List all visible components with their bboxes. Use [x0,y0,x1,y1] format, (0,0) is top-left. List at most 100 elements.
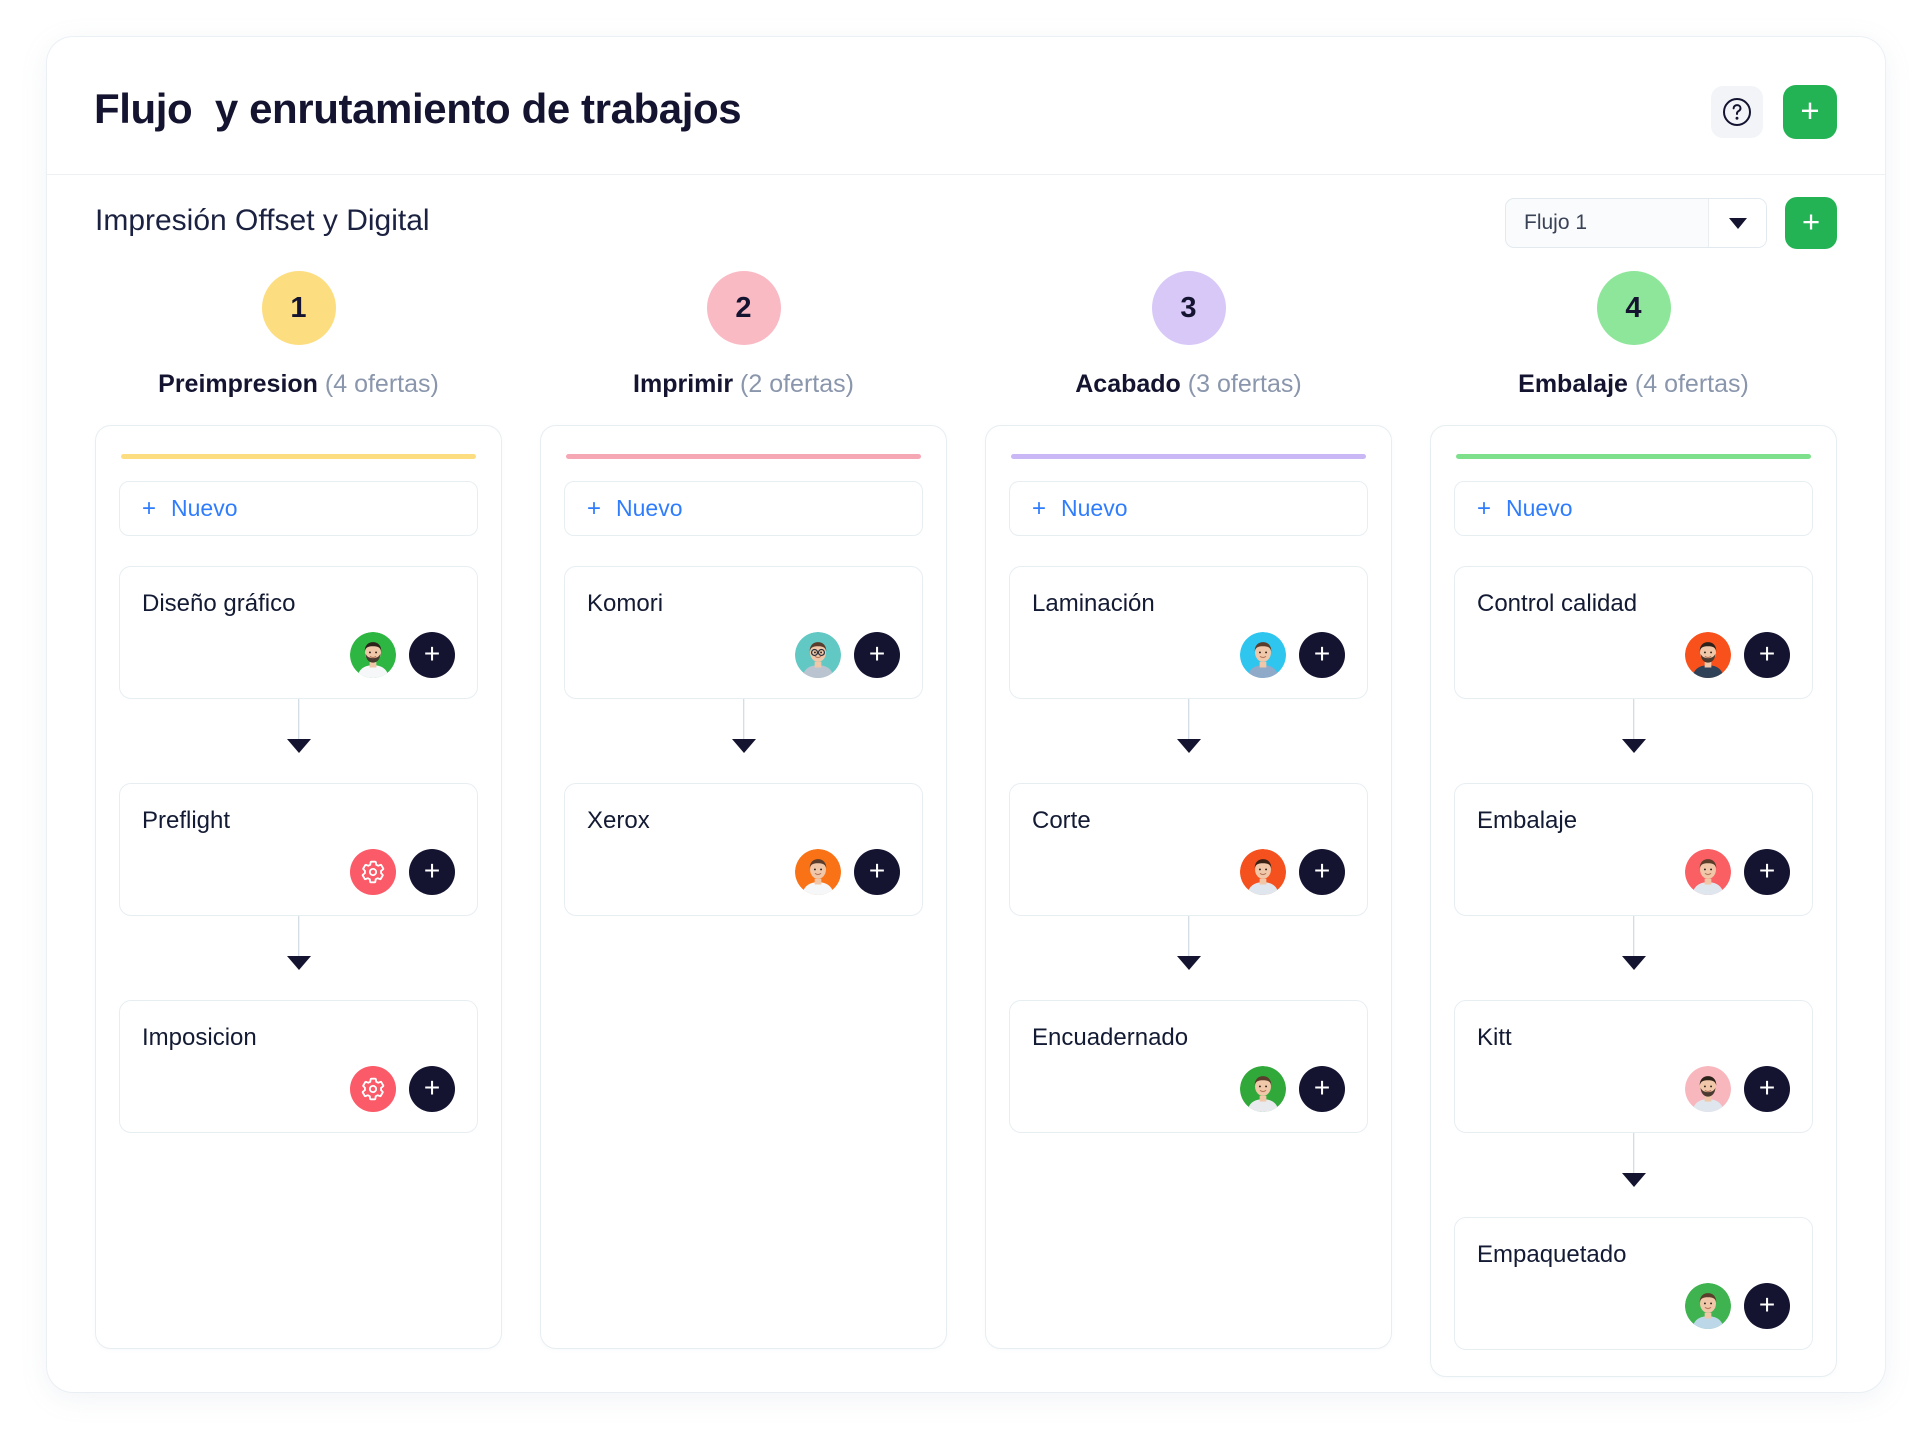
workflow-node-card[interactable]: Imposicion + [119,1000,478,1133]
flow-select-caret[interactable] [1708,199,1766,247]
node-name: Control calidad [1477,590,1638,617]
arrow-down-icon [1621,739,1646,753]
add-flow-button[interactable]: + [1785,197,1837,249]
node-tools: + [587,835,900,895]
column-offer-count: (4 ofertas) [324,370,439,398]
header-add-button[interactable]: + [1783,85,1837,139]
column-panel: + Nuevo Control calidad + Embalaje + Kitt + Empa… [1430,425,1837,1377]
add-node-button[interactable]: + [1299,1066,1345,1112]
node-connector [1009,916,1368,972]
workflow-node-card[interactable]: Komori + [564,566,923,699]
header-actions: + [1711,85,1837,139]
avatar[interactable] [795,849,841,895]
add-node-button[interactable]: + [409,849,455,895]
node-connector [1454,699,1813,755]
workflow-column: 3 Acabado (3 ofertas) + Nuevo Laminación + Cor… [985,271,1392,1349]
arrow-down-icon [1176,956,1201,970]
connector-line [1632,699,1635,743]
add-node-button[interactable]: + [1299,849,1345,895]
plus-icon: + [142,494,157,522]
avatar[interactable] [1685,849,1731,895]
add-node-button[interactable]: + [1744,849,1790,895]
connector-line [297,916,300,960]
new-node-label: Nuevo [1506,495,1573,521]
column-title: Preimpresion (4 ofertas) [158,370,439,399]
workflow-node-card[interactable]: Preflight + [119,783,478,916]
node-name: Komori [587,590,664,617]
add-node-button[interactable]: + [1744,1066,1790,1112]
chevron-down-icon [1728,217,1747,229]
node-connector [1454,916,1813,972]
workflow-node-card[interactable]: Empaquetado + [1454,1217,1813,1350]
gear-icon[interactable] [350,1066,396,1112]
connector-line [1632,916,1635,960]
workflow-node-card[interactable]: Control calidad + [1454,566,1813,699]
column-accent-bar [1011,454,1366,459]
node-tools: + [142,618,455,678]
avatar[interactable] [1240,849,1286,895]
node-connector [1454,1133,1813,1189]
node-name: Laminación [1032,590,1155,617]
avatar[interactable] [350,632,396,678]
add-node-button[interactable]: + [1299,632,1345,678]
step-number-badge: 3 [1151,271,1226,345]
add-node-button[interactable]: + [1744,632,1790,678]
avatar[interactable] [1685,1283,1731,1329]
connector-line [1187,916,1190,960]
connector-line [742,699,745,743]
question-circle-icon [1721,96,1753,128]
add-node-button[interactable]: + [1744,1283,1790,1329]
gear-icon[interactable] [350,849,396,895]
workflow-node-card[interactable]: Encuadernado + [1009,1000,1368,1133]
column-title-label: Embalaje [1518,370,1628,398]
workflow-node-card[interactable]: Kitt + [1454,1000,1813,1133]
arrow-down-icon [1176,739,1201,753]
column-title: Acabado (3 ofertas) [1075,370,1301,399]
workflow-column: 1 Preimpresion (4 ofertas) + Nuevo Diseño gr… [95,271,502,1349]
workflow-node-card[interactable]: Laminación + [1009,566,1368,699]
new-node-button[interactable]: + Nuevo [564,481,923,536]
connector-line [1632,1133,1635,1177]
column-accent-bar [121,454,476,459]
node-name: Kitt [1477,1024,1512,1051]
add-node-button[interactable]: + [854,632,900,678]
node-name: Corte [1032,807,1091,834]
plus-icon: + [587,494,602,522]
workflow-node-card[interactable]: Corte + [1009,783,1368,916]
workflow-board: 1 Preimpresion (4 ofertas) + Nuevo Diseño gr… [47,271,1885,1377]
node-name: Empaquetado [1477,1241,1627,1268]
node-tools: + [142,1052,455,1112]
workflow-node-card[interactable]: Xerox + [564,783,923,916]
avatar[interactable] [1685,1066,1731,1112]
connector-line [297,699,300,743]
avatar[interactable] [1685,632,1731,678]
new-node-button[interactable]: + Nuevo [1454,481,1813,536]
add-node-button[interactable]: + [854,849,900,895]
node-name: Preflight [142,807,231,834]
workflow-page: Flujo y enrutamiento de trabajos + Impre… [47,37,1885,1392]
arrow-down-icon [1621,1173,1646,1187]
column-title: Embalaje (4 ofertas) [1518,370,1749,399]
new-node-button[interactable]: + Nuevo [1009,481,1368,536]
node-connector [119,916,478,972]
step-number-badge: 2 [706,271,781,345]
column-title-label: Preimpresion [158,370,318,398]
avatar[interactable] [1240,1066,1286,1112]
add-node-button[interactable]: + [409,632,455,678]
avatar[interactable] [1240,632,1286,678]
column-offer-count: (3 ofertas) [1187,370,1302,398]
column-header: 4 Embalaje (4 ofertas) [1430,271,1837,425]
new-node-button[interactable]: + Nuevo [119,481,478,536]
node-tools: + [1477,1052,1790,1112]
flow-name-title: Impresión Offset y Digital [95,204,430,237]
add-node-button[interactable]: + [409,1066,455,1112]
help-button[interactable] [1711,86,1763,138]
avatar[interactable] [795,632,841,678]
new-node-label: Nuevo [1061,495,1128,521]
page-header: Flujo y enrutamiento de trabajos + [47,37,1885,175]
node-name: Diseño gráfico [142,590,296,617]
node-name: Encuadernado [1032,1024,1189,1051]
workflow-node-card[interactable]: Diseño gráfico + [119,566,478,699]
workflow-node-card[interactable]: Embalaje + [1454,783,1813,916]
flow-select[interactable]: Flujo 1 [1505,198,1767,248]
